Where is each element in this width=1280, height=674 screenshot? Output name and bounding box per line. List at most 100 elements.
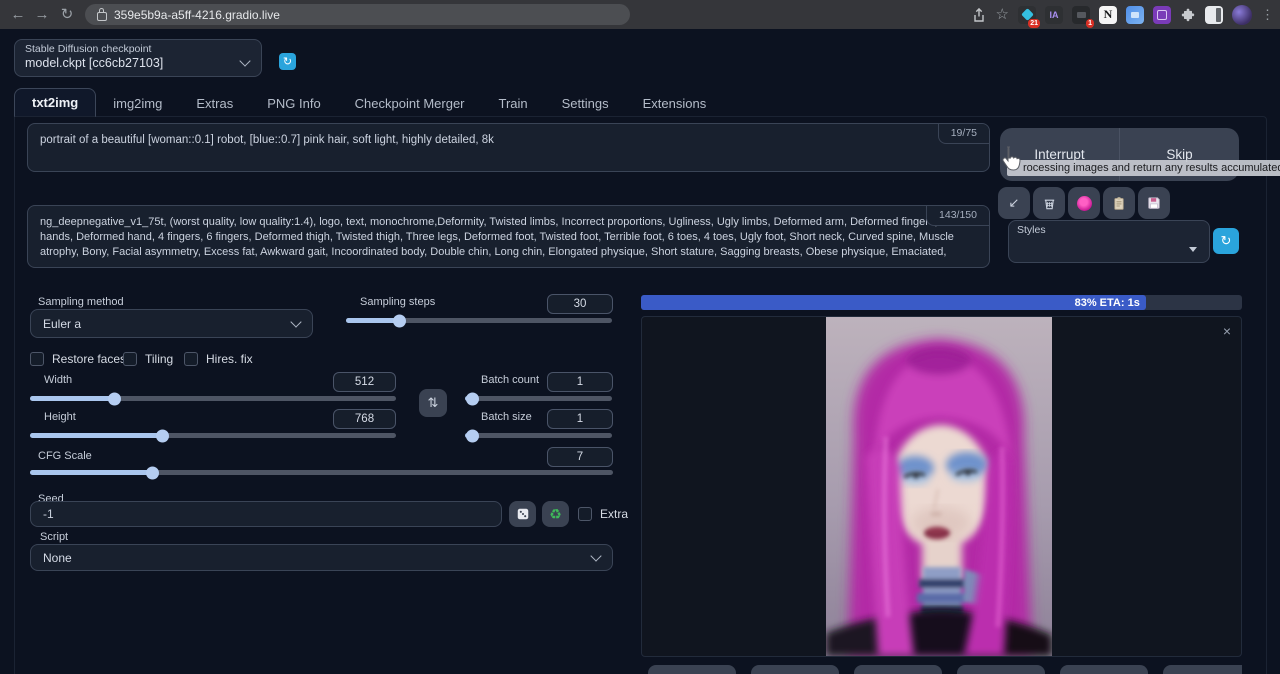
bookmark-star-icon[interactable]: ☆ bbox=[996, 4, 1009, 25]
swap-arrows-icon: ⇅ bbox=[428, 395, 439, 411]
sampling-steps-input[interactable]: 30 bbox=[547, 294, 613, 314]
prompt-text: portrait of a beautiful [woman::0.1] rob… bbox=[40, 134, 494, 146]
profile-avatar[interactable] bbox=[1232, 5, 1252, 25]
gallery-action-button[interactable] bbox=[648, 665, 736, 674]
tab-settings[interactable]: Settings bbox=[545, 90, 626, 117]
prompt-textarea[interactable]: portrait of a beautiful [woman::0.1] rob… bbox=[27, 123, 990, 172]
generated-image-preview[interactable] bbox=[826, 317, 1052, 656]
sampling-steps-slider[interactable] bbox=[346, 318, 612, 323]
prompt-token-counter: 19/75 bbox=[938, 124, 989, 144]
swap-width-height-button[interactable]: ⇅ bbox=[419, 389, 447, 417]
script-dropdown[interactable]: None bbox=[30, 544, 613, 571]
styles-dropdown[interactable]: Styles bbox=[1008, 220, 1210, 263]
width-input[interactable]: 512 bbox=[333, 372, 396, 392]
gallery-action-button[interactable] bbox=[957, 665, 1045, 674]
tab-checkpoint-merger[interactable]: Checkpoint Merger bbox=[338, 90, 482, 117]
close-preview-icon[interactable]: × bbox=[1223, 324, 1231, 338]
extra-networks-card-icon bbox=[1077, 196, 1092, 211]
ia-extension-icon[interactable]: IA bbox=[1045, 6, 1063, 24]
script-label: Script bbox=[40, 531, 68, 543]
negative-prompt-textarea[interactable]: ng_deepnegative_v1_75t, (worst quality, … bbox=[27, 205, 990, 268]
checkpoint-refresh-button[interactable]: ↻ bbox=[279, 53, 296, 70]
slider-handle[interactable] bbox=[108, 392, 121, 405]
pin-extension-icon[interactable]: 21 bbox=[1018, 6, 1036, 24]
sidebar-extension-glyph bbox=[1216, 8, 1221, 22]
slider-handle[interactable] bbox=[466, 429, 479, 442]
reuse-seed-button[interactable]: ♻ bbox=[542, 501, 569, 527]
chevron-down-icon bbox=[590, 550, 601, 561]
tab-train[interactable]: Train bbox=[482, 90, 545, 117]
seed-extra-checkbox-row[interactable]: Extra bbox=[578, 507, 628, 521]
styles-refresh-button[interactable]: ↻ bbox=[1213, 228, 1239, 254]
back-icon[interactable]: ← bbox=[8, 4, 28, 25]
gallery-action-button[interactable] bbox=[854, 665, 942, 674]
progress-text: 83% ETA: 1s bbox=[1075, 297, 1146, 309]
main-tabs: txt2img img2img Extras PNG Info Checkpoi… bbox=[14, 89, 723, 117]
batch-size-input[interactable]: 1 bbox=[547, 409, 613, 429]
purple-extension-glyph bbox=[1157, 10, 1167, 20]
save-style-button[interactable] bbox=[1138, 187, 1170, 219]
batch-count-input[interactable]: 1 bbox=[547, 372, 613, 392]
tiling-checkbox-row[interactable]: Tiling bbox=[123, 352, 173, 366]
sampling-method-dropdown[interactable]: Euler a bbox=[30, 309, 313, 338]
reload-icon[interactable]: ↻ bbox=[57, 4, 77, 25]
hires-fix-checkbox-row[interactable]: Hires. fix bbox=[184, 352, 253, 366]
checkpoint-label: Stable Diffusion checkpoint bbox=[15, 40, 261, 55]
screenshot-extension-icon[interactable]: 1 bbox=[1072, 6, 1090, 24]
paste-generation-params-button[interactable]: ↙ bbox=[998, 187, 1030, 219]
wallpaper-extension-icon[interactable] bbox=[1126, 6, 1144, 24]
tiling-label: Tiling bbox=[145, 352, 173, 366]
pin-extension-badge: 21 bbox=[1028, 19, 1040, 28]
hires-fix-checkbox[interactable] bbox=[184, 352, 198, 366]
recycle-icon: ♻ bbox=[549, 506, 562, 523]
slider-handle[interactable] bbox=[466, 392, 479, 405]
dice-icon bbox=[516, 507, 530, 521]
height-input[interactable]: 768 bbox=[333, 409, 396, 429]
seed-extra-checkbox[interactable] bbox=[578, 507, 592, 521]
gallery-action-button[interactable] bbox=[1163, 665, 1242, 674]
seed-extra-label: Extra bbox=[600, 507, 628, 521]
checkpoint-dropdown[interactable]: Stable Diffusion checkpoint model.ckpt [… bbox=[14, 39, 262, 77]
seed-input[interactable]: -1 bbox=[30, 501, 502, 527]
extensions-puzzle-icon[interactable] bbox=[1180, 7, 1196, 23]
height-slider[interactable] bbox=[30, 433, 396, 438]
width-slider[interactable] bbox=[30, 396, 396, 401]
browser-menu-kebab-icon[interactable]: ⋮ bbox=[1261, 4, 1274, 25]
gallery-action-button[interactable] bbox=[1060, 665, 1148, 674]
random-seed-button[interactable] bbox=[509, 501, 536, 527]
slider-handle[interactable] bbox=[146, 466, 159, 479]
sidebar-extension-icon[interactable] bbox=[1205, 6, 1223, 24]
batch-count-slider[interactable] bbox=[465, 396, 612, 401]
clear-prompt-button[interactable] bbox=[1033, 187, 1065, 219]
tab-extras[interactable]: Extras bbox=[179, 90, 250, 117]
notion-extension-icon[interactable]: N bbox=[1099, 6, 1117, 24]
arrow-down-left-icon: ↙ bbox=[1009, 195, 1020, 211]
gallery-action-button[interactable] bbox=[751, 665, 839, 674]
share-icon[interactable] bbox=[971, 7, 987, 23]
slider-handle[interactable] bbox=[393, 314, 406, 327]
tiling-checkbox[interactable] bbox=[123, 352, 137, 366]
restore-faces-label: Restore faces bbox=[52, 352, 126, 366]
restore-faces-checkbox-row[interactable]: Restore faces bbox=[30, 352, 126, 366]
trash-icon bbox=[1042, 196, 1057, 211]
purple-extension-icon[interactable] bbox=[1153, 6, 1171, 24]
batch-size-slider[interactable] bbox=[465, 433, 612, 438]
forward-icon[interactable]: → bbox=[32, 4, 52, 25]
address-bar[interactable]: 359e5b9a-a5ff-4216.gradio.live bbox=[85, 4, 630, 25]
styles-label: Styles bbox=[1009, 221, 1209, 236]
restore-faces-checkbox[interactable] bbox=[30, 352, 44, 366]
extra-networks-button[interactable] bbox=[1068, 187, 1100, 219]
seed-value: -1 bbox=[43, 507, 54, 521]
tab-img2img[interactable]: img2img bbox=[96, 90, 179, 117]
width-label: Width bbox=[44, 374, 72, 386]
tab-txt2img[interactable]: txt2img bbox=[14, 88, 96, 117]
cfg-scale-input[interactable]: 7 bbox=[547, 447, 613, 467]
negative-prompt-text: ng_deepnegative_v1_75t, (worst quality, … bbox=[40, 216, 969, 258]
screenshot-extension-badge: 1 bbox=[1086, 19, 1094, 28]
browser-toolbar-icons: ☆ 21 IA 1 N ⋮ bbox=[971, 3, 1274, 26]
cfg-scale-slider[interactable] bbox=[30, 470, 613, 475]
slider-handle[interactable] bbox=[156, 429, 169, 442]
tab-png-info[interactable]: PNG Info bbox=[250, 90, 337, 117]
apply-style-button[interactable] bbox=[1103, 187, 1135, 219]
tab-extensions[interactable]: Extensions bbox=[626, 90, 724, 117]
